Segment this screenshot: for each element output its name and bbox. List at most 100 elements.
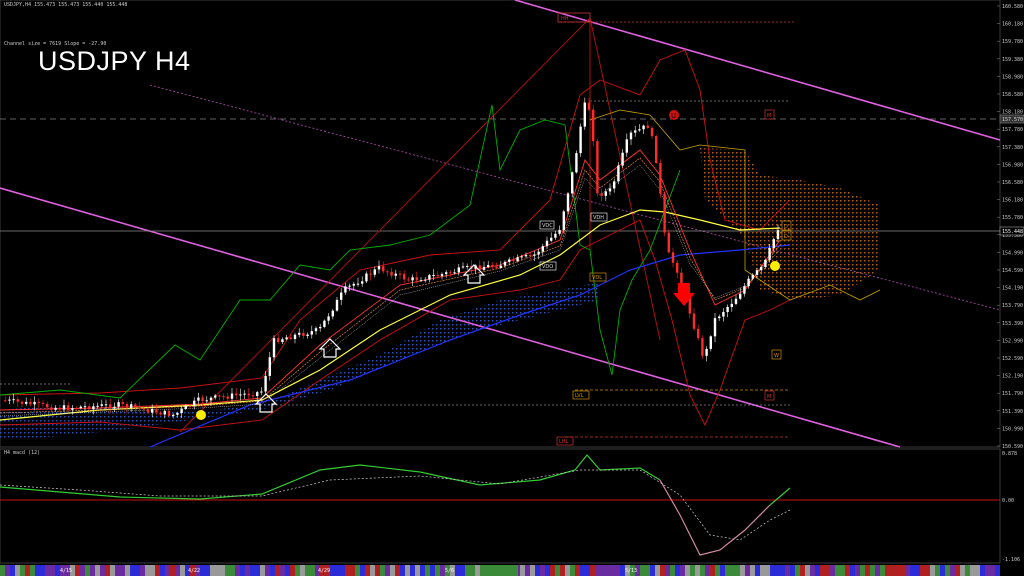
candle-body xyxy=(29,401,32,405)
time-strip-cell xyxy=(275,565,280,576)
candle-body xyxy=(600,193,603,196)
time-strip-cell xyxy=(610,565,615,576)
time-strip-cell xyxy=(920,565,925,576)
candle-body xyxy=(281,339,284,343)
candle-body xyxy=(348,285,351,287)
time-strip-cell xyxy=(175,565,180,576)
candle-body xyxy=(659,162,662,194)
symbol-title: USDJPY H4 xyxy=(38,46,191,76)
time-strip-cell xyxy=(855,565,860,576)
candle-body xyxy=(701,338,704,356)
candle-body xyxy=(491,264,494,267)
time-strip-cell xyxy=(895,565,900,576)
time-strip-cell xyxy=(845,565,850,576)
candle-body xyxy=(692,313,696,329)
candle-body xyxy=(4,400,7,402)
time-strip-cell xyxy=(95,565,100,576)
candle-body xyxy=(88,406,91,410)
time-strip-cell xyxy=(600,565,605,576)
time-strip-cell xyxy=(995,565,1000,576)
time-strip-cell xyxy=(720,565,725,576)
candle-body xyxy=(188,405,192,407)
candle-body xyxy=(75,407,78,409)
time-strip-cell xyxy=(900,565,905,576)
time-strip-cell xyxy=(350,565,355,576)
candle-body xyxy=(272,338,276,358)
candle-body xyxy=(508,259,511,262)
time-strip-cell xyxy=(945,565,950,576)
candle-body xyxy=(226,396,229,399)
candle-body xyxy=(592,109,595,142)
candle-body xyxy=(201,397,204,401)
price-tick-label: 160.180 xyxy=(1002,22,1023,28)
candle-body xyxy=(760,267,763,271)
time-strip-cell xyxy=(230,565,235,576)
time-strip-cell xyxy=(915,565,920,576)
time-strip-cell xyxy=(905,565,910,576)
time-strip-cell xyxy=(640,565,645,576)
time-strip-cell xyxy=(120,565,125,576)
candle-body xyxy=(130,404,133,408)
time-strip-cell xyxy=(725,565,730,576)
time-strip-cell xyxy=(765,565,770,576)
time-strip-cell xyxy=(265,565,270,576)
price-tick-label: 153.390 xyxy=(1002,321,1023,327)
time-strip-cell xyxy=(20,565,25,576)
candle-body xyxy=(12,399,15,401)
time-strip-cell xyxy=(80,565,85,576)
candle-body xyxy=(155,408,158,413)
candle-body xyxy=(768,247,771,260)
time-strip-cell xyxy=(695,565,700,576)
time-strip-cell xyxy=(525,565,530,576)
candle-body xyxy=(403,274,406,280)
time-strip-cell xyxy=(950,565,955,576)
candle-body xyxy=(230,393,234,399)
time-strip-cell xyxy=(980,565,985,576)
price-tick-label: 151.390 xyxy=(1002,409,1023,415)
time-strip-cell xyxy=(420,565,425,576)
candle-body xyxy=(256,392,259,396)
candle-body xyxy=(352,283,355,286)
time-strip-cell xyxy=(715,565,720,576)
label-lvl: LVL xyxy=(575,393,584,399)
candle-body xyxy=(550,237,553,241)
time-strip-cell xyxy=(535,565,540,576)
candle-body xyxy=(260,391,263,393)
time-strip-cell xyxy=(105,565,110,576)
candle-body xyxy=(608,188,612,192)
time-strip-cell xyxy=(75,565,80,576)
candle-body xyxy=(445,272,448,275)
candle-body xyxy=(503,261,507,266)
candle-body xyxy=(671,252,675,263)
candle-body xyxy=(424,279,427,281)
candle-body xyxy=(419,280,423,282)
price-tick-label: 154.990 xyxy=(1002,250,1023,256)
time-strip-cell xyxy=(645,565,650,576)
time-strip-cell xyxy=(475,565,480,576)
time-strip-cell xyxy=(100,565,105,576)
time-strip-cell xyxy=(925,565,930,576)
candle-body xyxy=(529,255,532,257)
date-label: 4/22 xyxy=(188,568,200,574)
candle-body xyxy=(277,338,280,343)
time-strip-cell xyxy=(170,565,175,576)
candle-body xyxy=(466,265,469,267)
candle-body xyxy=(340,292,343,300)
candle-body xyxy=(650,127,654,137)
time-strip-cell xyxy=(820,565,825,576)
price-tick-label: 152.990 xyxy=(1002,338,1023,344)
macd-title: H4 macd (12) xyxy=(4,450,41,456)
candle-body xyxy=(369,273,372,275)
candle-body xyxy=(67,405,70,410)
time-strip-cell xyxy=(145,565,150,576)
time-strip-cell xyxy=(150,565,155,576)
macd-tick-top: 0.878 xyxy=(1002,451,1017,457)
time-strip-cell xyxy=(455,565,460,576)
candle-body xyxy=(293,334,297,340)
time-strip-cell xyxy=(400,565,405,576)
time-strip-cell xyxy=(770,565,775,576)
price-tick-label: 159.380 xyxy=(1002,57,1023,63)
price-tick-label: 155.780 xyxy=(1002,215,1023,221)
label-vdo: VDO xyxy=(542,264,553,270)
candle-body xyxy=(134,404,137,408)
